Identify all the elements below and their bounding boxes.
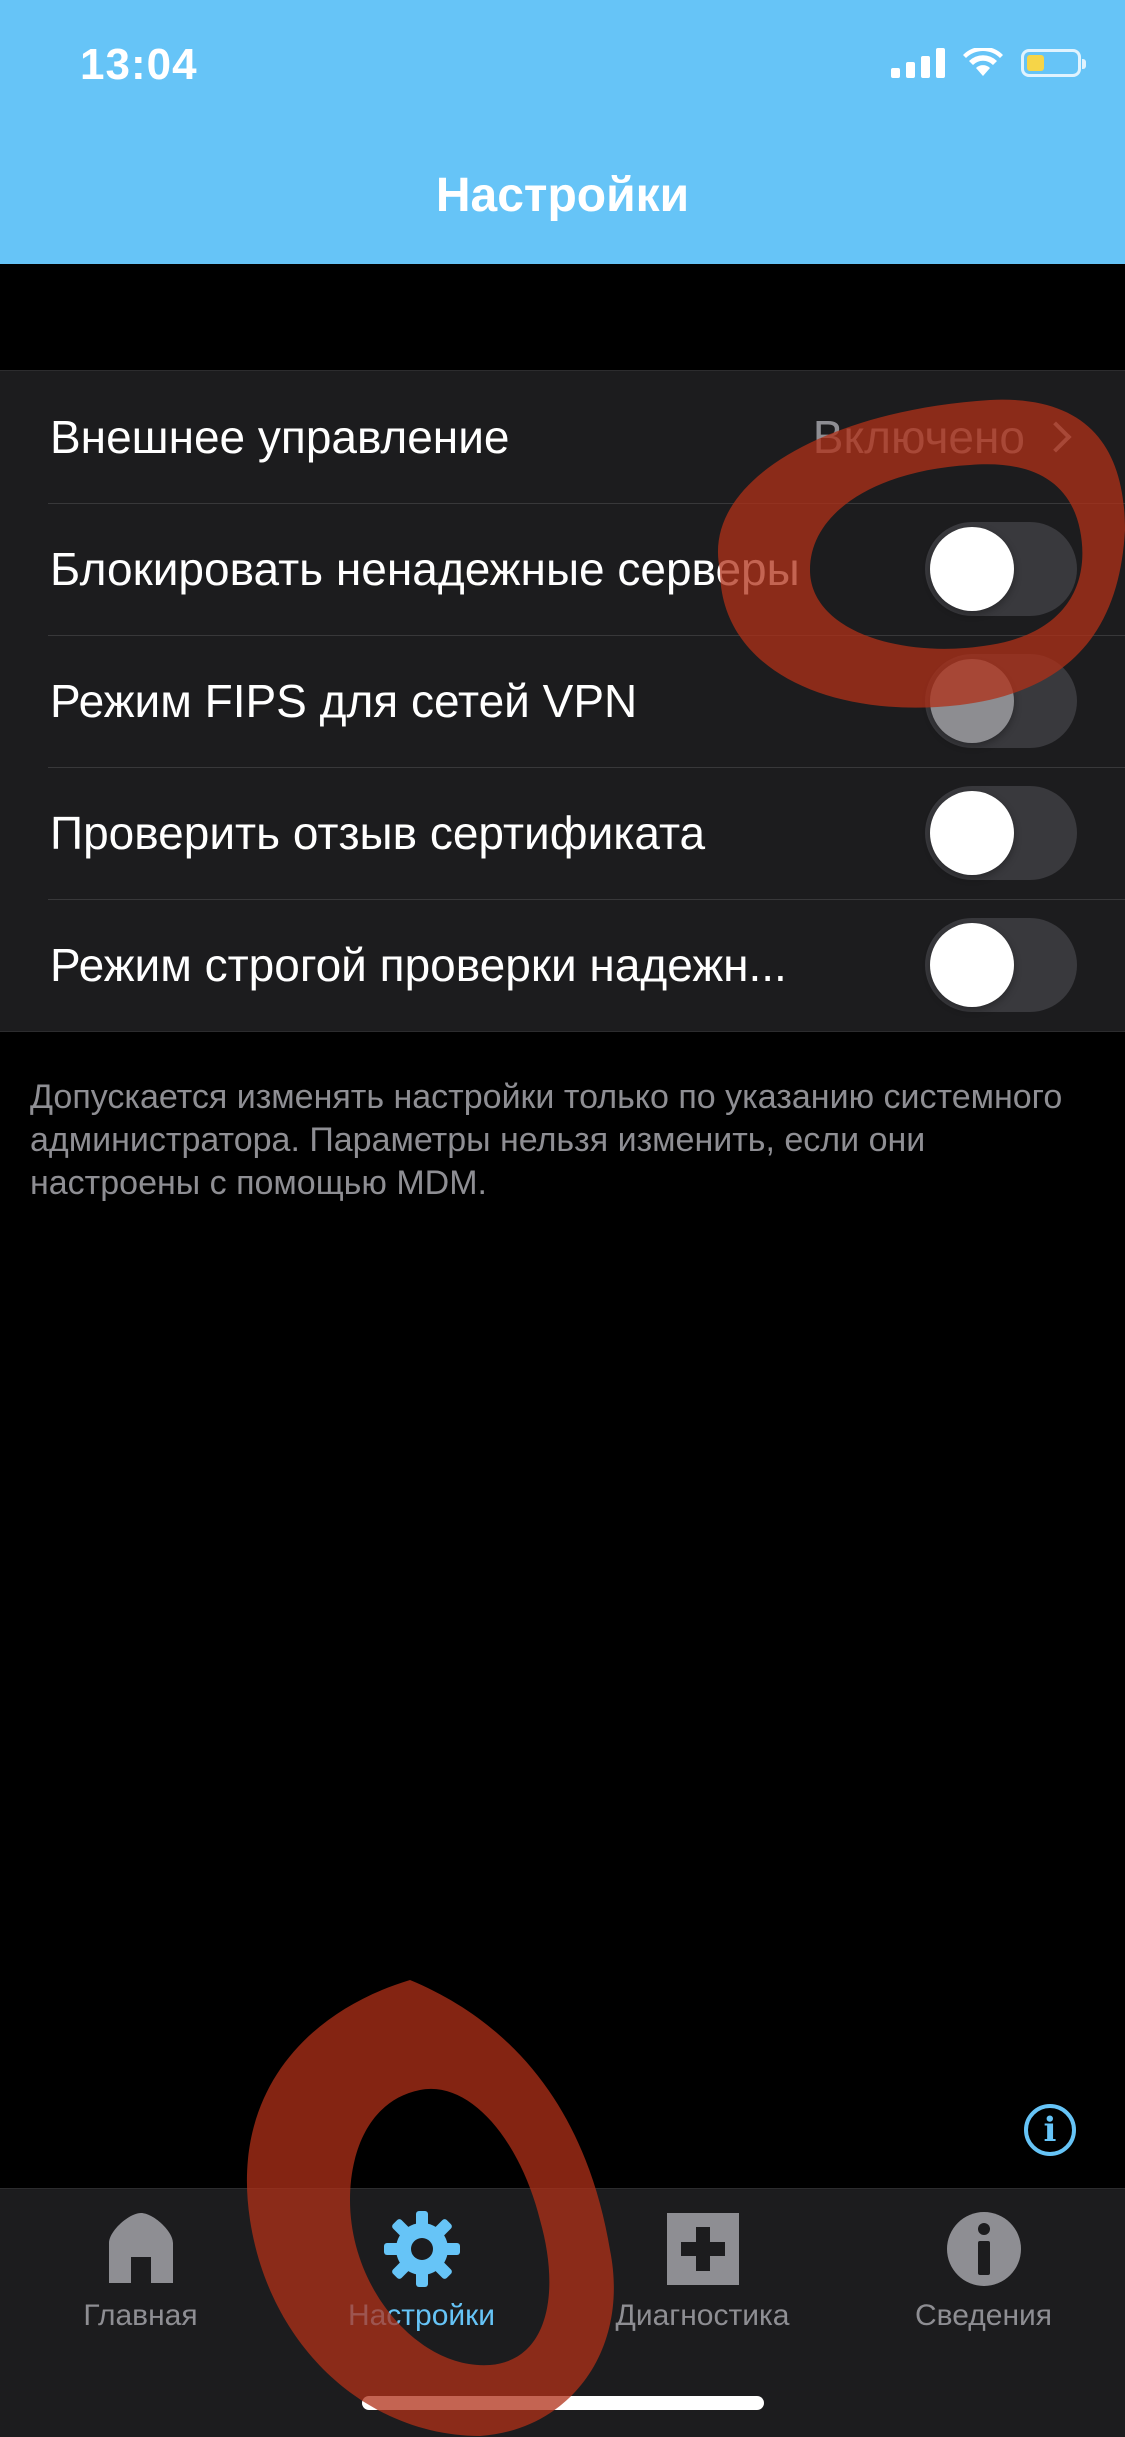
strict-trust-mode-toggle[interactable] (925, 918, 1077, 1012)
home-icon (108, 2213, 173, 2283)
check-cert-revocation-toggle[interactable] (925, 786, 1077, 880)
info-circle-icon (946, 2212, 1021, 2286)
external-control-value: Включено (812, 411, 1025, 463)
toggle-knob (930, 659, 1014, 743)
fips-mode-row: Режим FIPS для сетей VPN (0, 635, 1125, 767)
toggle-knob (930, 527, 1014, 611)
battery-icon (1021, 49, 1086, 77)
block-untrusted-servers-row: Блокировать ненадежные серверы (0, 503, 1125, 635)
tab-settings[interactable]: Настройки (281, 2209, 562, 2333)
tab-diagnostics-label: Диагностика (615, 2299, 790, 2332)
navigation-header: 13:04 Настройки (0, 0, 1125, 264)
plus-box-icon (666, 2213, 739, 2285)
external-control-label: Внешнее управление (50, 411, 510, 463)
info-icon[interactable]: i (1024, 2104, 1076, 2156)
tab-settings-label: Настройки (347, 2299, 496, 2332)
wifi-icon (963, 48, 1003, 76)
check-cert-revocation-row: Проверить отзыв сертификата (0, 767, 1125, 899)
external-control-row[interactable]: Внешнее управление Включено (0, 371, 1125, 503)
home-indicator (362, 2396, 764, 2410)
settings-list: Внешнее управление Включено Блокировать … (0, 370, 1125, 1032)
chevron-right-icon (1040, 421, 1072, 453)
status-time: 13:04 (80, 40, 198, 89)
block-untrusted-servers-toggle[interactable] (925, 522, 1077, 616)
toggle-knob (930, 791, 1014, 875)
fips-mode-toggle[interactable] (925, 654, 1077, 748)
tab-home[interactable]: Главная (0, 2209, 281, 2333)
toggle-knob (930, 923, 1014, 1007)
strict-trust-mode-label: Режим строгой проверки надежн... (50, 939, 787, 991)
fips-mode-label: Режим FIPS для сетей VPN (50, 675, 638, 727)
status-icons (891, 48, 1086, 78)
gear-icon (383, 2211, 460, 2287)
tab-home-label: Главная (83, 2299, 198, 2332)
block-untrusted-servers-label: Блокировать ненадежные серверы (50, 543, 800, 595)
tab-about-label: Сведения (914, 2299, 1053, 2332)
cellular-signal-icon (891, 48, 945, 78)
tab-about[interactable]: Сведения (843, 2209, 1124, 2333)
check-cert-revocation-label: Проверить отзыв сертификата (50, 807, 706, 859)
tab-diagnostics[interactable]: Диагностика (562, 2209, 843, 2333)
strict-trust-mode-row: Режим строгой проверки надежн... (0, 899, 1125, 1031)
battery-level (1027, 55, 1044, 71)
settings-footnote: Допускается изменять настройки только по… (30, 1078, 1063, 1202)
page-title: Настройки (435, 169, 690, 222)
